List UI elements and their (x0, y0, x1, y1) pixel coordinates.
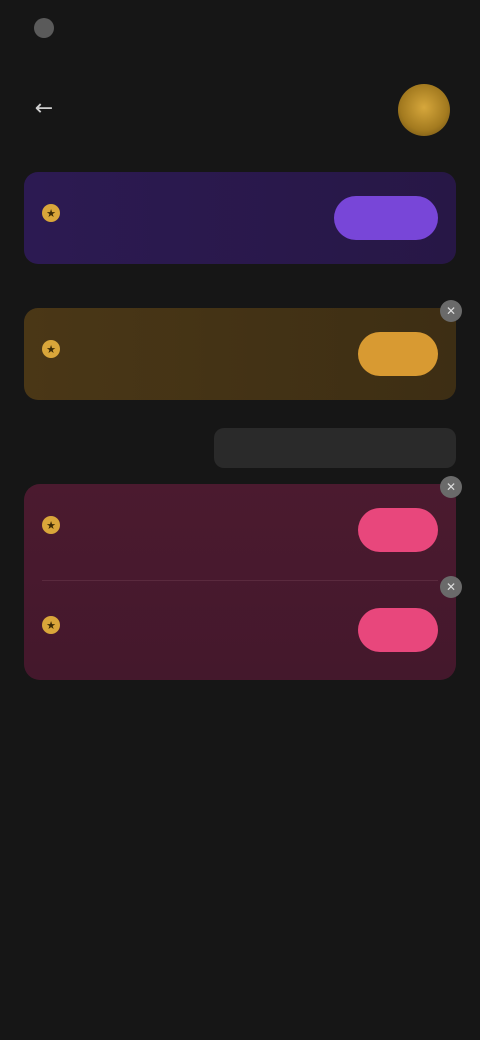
task-row[interactable]: ★ ✕ (24, 576, 462, 676)
task-title-row: ★ (42, 516, 68, 534)
task-button[interactable] (358, 508, 438, 552)
header: ← (0, 80, 480, 136)
tab-2[interactable] (214, 428, 456, 468)
status-bar (0, 0, 480, 56)
close-icon[interactable]: ✕ (440, 576, 462, 598)
list-divider (42, 580, 438, 581)
task-row-text: ★ (42, 616, 68, 644)
tab-1[interactable] (24, 428, 214, 468)
coin-icon: ★ (42, 516, 60, 534)
task-row-text: ★ (42, 516, 68, 544)
promo-purple-text: ★ (42, 204, 68, 232)
back-button[interactable]: ← (28, 94, 60, 122)
task-row[interactable]: ★ ✕ (24, 476, 462, 576)
promo-purple-button[interactable] (334, 196, 438, 240)
task-list: ★ ✕ ★ ✕ (24, 476, 462, 680)
app-icon (34, 18, 54, 38)
promo-purple-title-row: ★ (42, 204, 68, 222)
promo-gold-text: ★ (42, 340, 68, 368)
promo-card-purple[interactable]: ★ (24, 172, 456, 264)
promo-gold-button[interactable] (358, 332, 438, 376)
task-title-row: ★ (42, 616, 68, 634)
coin-badge[interactable] (398, 84, 450, 136)
task-button[interactable] (358, 608, 438, 652)
promo-gold-title-row: ★ (42, 340, 68, 358)
status-left (34, 18, 62, 38)
close-icon[interactable]: ✕ (440, 476, 462, 498)
coin-icon: ★ (42, 204, 60, 222)
coin-icon: ★ (42, 340, 60, 358)
coin-icon: ★ (42, 616, 60, 634)
arrow-left-icon: ← (34, 95, 54, 121)
promo-card-gold[interactable]: ★ ✕ (24, 300, 462, 400)
tab-bar (24, 424, 456, 472)
close-icon[interactable]: ✕ (440, 300, 462, 322)
